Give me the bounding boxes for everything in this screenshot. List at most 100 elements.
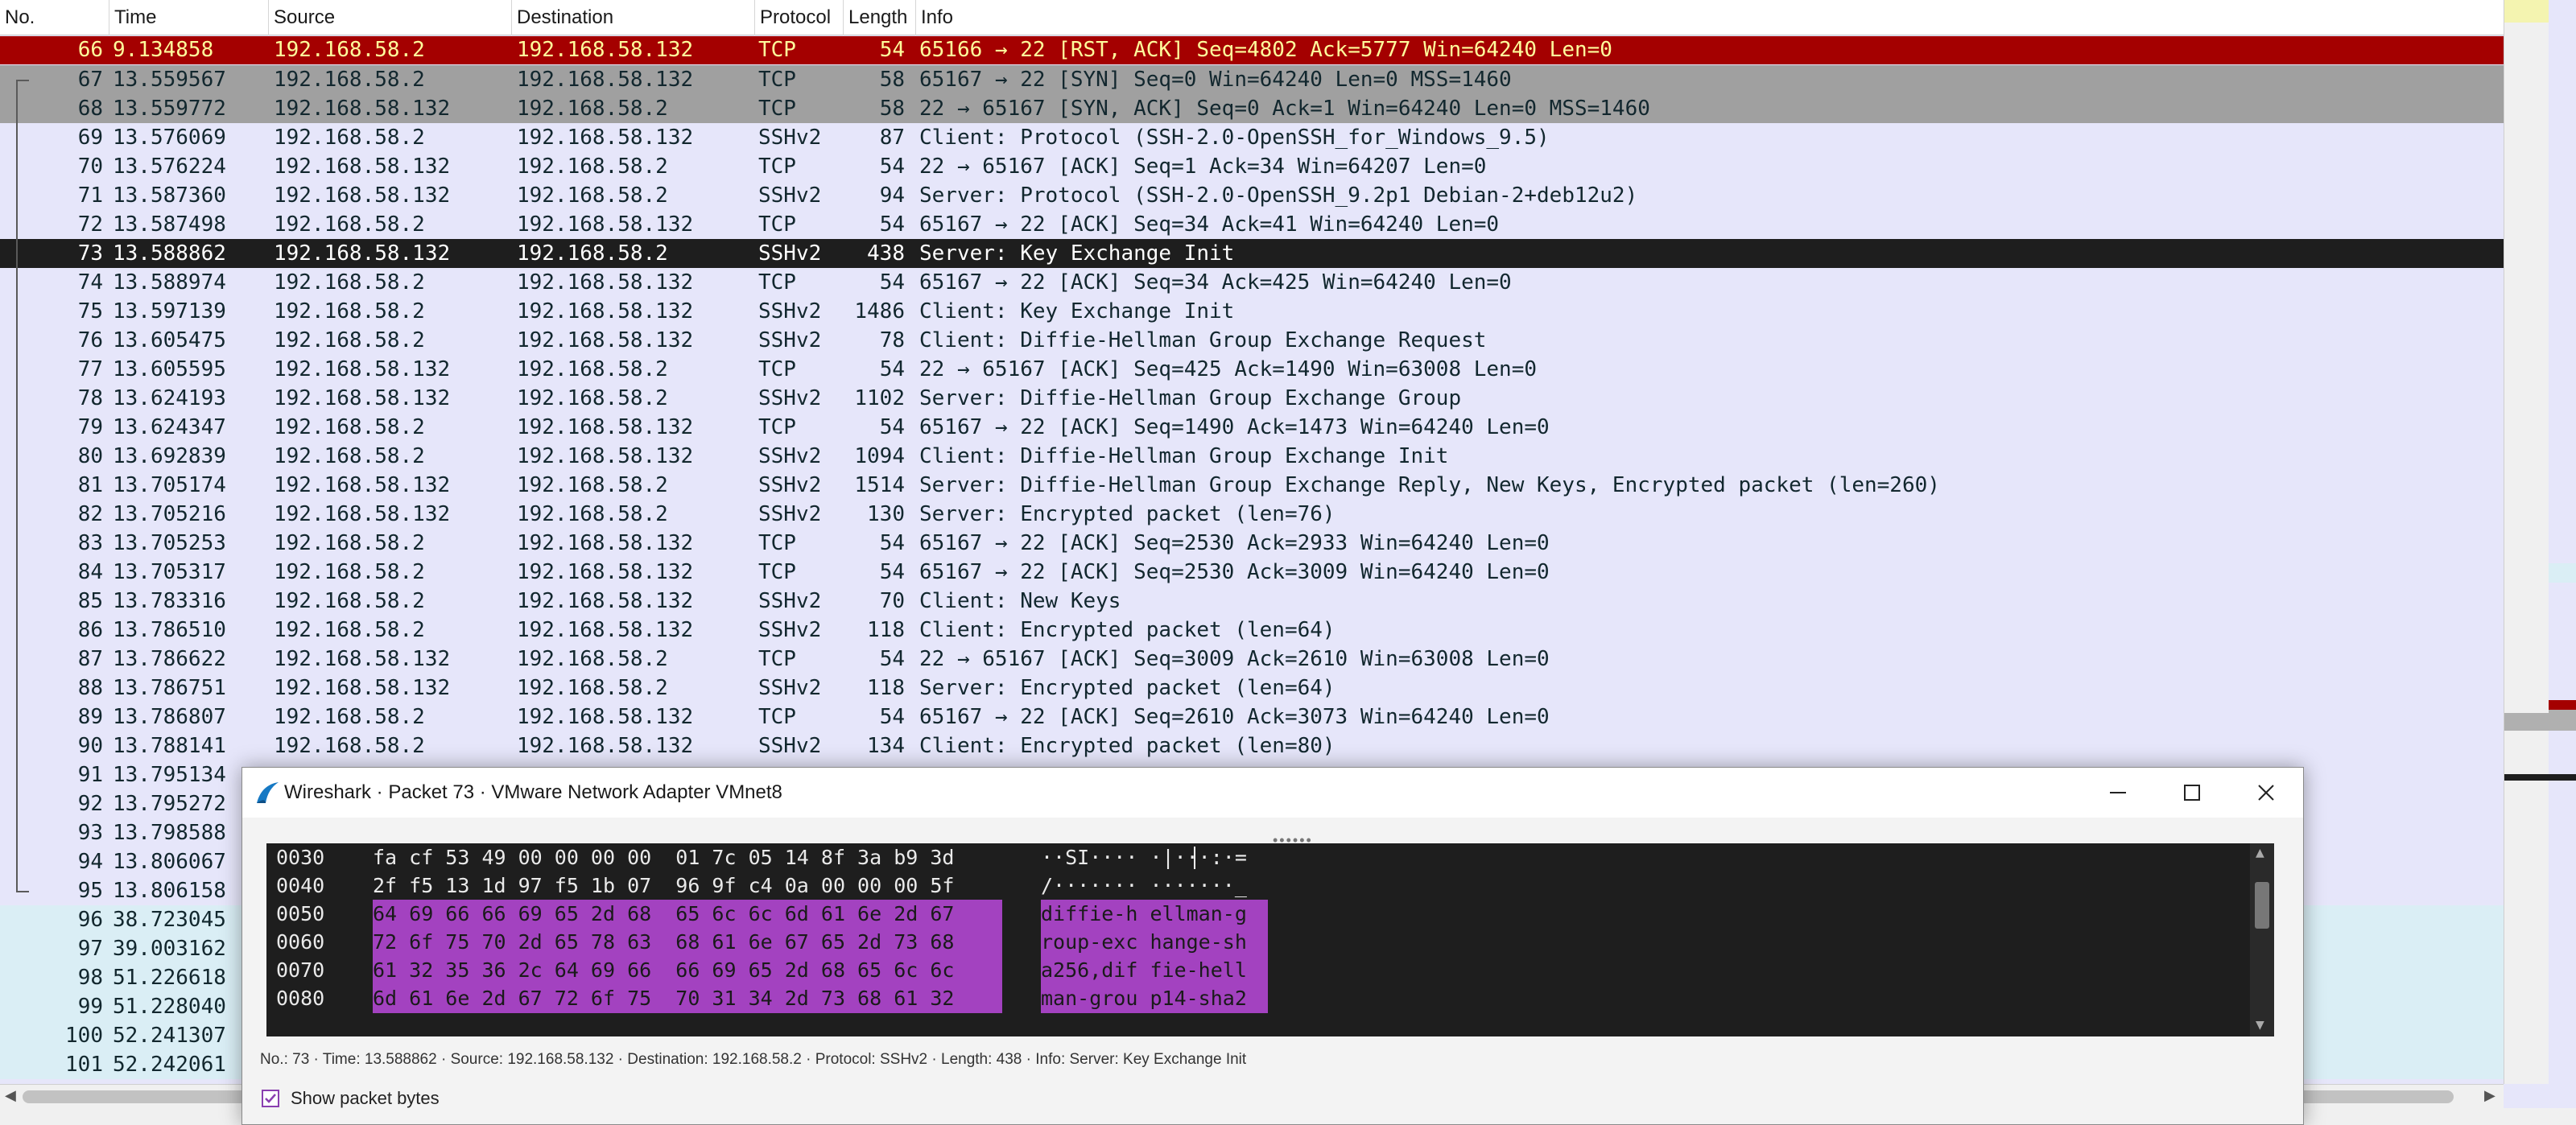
scroll-right-icon[interactable]: ▶ bbox=[2484, 1087, 2496, 1104]
table-row[interactable]: 82 13.705216 192.168.58.132 192.168.58.2 SSH… bbox=[0, 500, 2504, 529]
packet-length: 1514 bbox=[854, 473, 905, 497]
packet-source: 192.168.58.132 bbox=[274, 647, 451, 671]
conversation-bracket-top bbox=[16, 80, 29, 81]
hex-bytes: 6d 61 6e 2d 67 72 6f 75 70 31 34 2d 73 6… bbox=[373, 984, 1002, 1013]
packet-length: 130 bbox=[867, 502, 905, 526]
bytes-vertical-scrollbar[interactable]: ▲ ▼ bbox=[2250, 843, 2274, 1036]
close-button[interactable] bbox=[2229, 768, 2303, 818]
packet-length: 54 bbox=[879, 38, 905, 62]
table-row[interactable]: 75 13.597139 192.168.58.2 192.168.58.132 SSH… bbox=[0, 297, 2504, 326]
packet-time: 13.788141 bbox=[113, 734, 226, 758]
maximize-button[interactable] bbox=[2155, 768, 2229, 818]
packet-destination: 192.168.58.2 bbox=[517, 473, 668, 497]
packet-length: 94 bbox=[879, 183, 905, 208]
packet-list-vertical-scrollbar[interactable] bbox=[2504, 0, 2549, 1084]
column-header-length[interactable]: Length bbox=[844, 0, 916, 35]
table-row[interactable]: 76 13.605475 192.168.58.2 192.168.58.132 SSH… bbox=[0, 326, 2504, 355]
packet-info: Client: Encrypted packet (len=64) bbox=[919, 618, 1335, 642]
packet-time: 13.786751 bbox=[113, 676, 226, 700]
table-row[interactable]: 68 13.559772 192.168.58.132 192.168.58.2 TCP… bbox=[0, 94, 2504, 123]
hex-row[interactable]: 0080 6d 61 6e 2d 67 72 6f 75 70 31 34 2d … bbox=[266, 984, 2231, 1013]
packet-time: 13.588974 bbox=[113, 270, 226, 295]
hex-bytes: 64 69 66 66 69 65 2d 68 65 6c 6c 6d 61 6… bbox=[373, 900, 1002, 929]
packet-protocol: SSHv2 bbox=[758, 618, 822, 642]
packet-protocol: SSHv2 bbox=[758, 444, 822, 468]
maximize-icon bbox=[2184, 785, 2200, 801]
packet-info: 65167 → 22 [ACK] Seq=34 Ack=41 Win=64240… bbox=[919, 212, 1500, 237]
packet-source: 192.168.58.2 bbox=[274, 560, 425, 584]
hex-row[interactable]: 0030 fa cf 53 49 00 00 00 00 01 7c 05 14 … bbox=[266, 843, 2231, 872]
packet-protocol: TCP bbox=[758, 270, 796, 295]
packet-window[interactable]: Wireshark · Packet 73 · VMware Network A… bbox=[242, 767, 2304, 1125]
table-row[interactable]: 89 13.786807 192.168.58.2 192.168.58.132 TCP… bbox=[0, 703, 2504, 731]
scroll-down-icon[interactable]: ▼ bbox=[2256, 1019, 2264, 1032]
column-header-destination[interactable]: Destination bbox=[512, 0, 755, 35]
packet-protocol: SSHv2 bbox=[758, 299, 822, 323]
packet-time: 13.624347 bbox=[113, 415, 226, 439]
hex-ascii: ··SI···· ·|···:·= bbox=[1041, 846, 1247, 869]
hex-ascii: /······· ·······_ bbox=[1041, 874, 1247, 897]
column-header-protocol[interactable]: Protocol bbox=[755, 0, 844, 35]
bytes-scroll-thumb[interactable] bbox=[2255, 882, 2269, 929]
table-row[interactable]: 77 13.605595 192.168.58.132 192.168.58.2 TCP… bbox=[0, 355, 2504, 384]
text-cursor bbox=[1194, 847, 1195, 869]
show-packet-bytes-checkbox[interactable] bbox=[262, 1090, 279, 1107]
hex-row[interactable]: 0040 2f f5 13 1d 97 f5 1b 07 96 9f c4 0a … bbox=[266, 872, 2231, 900]
table-row[interactable]: 88 13.786751 192.168.58.132 192.168.58.2 SSH… bbox=[0, 674, 2504, 703]
table-row[interactable]: 74 13.588974 192.168.58.2 192.168.58.132 TCP… bbox=[0, 268, 2504, 297]
packet-info: 65167 → 22 [ACK] Seq=34 Ack=425 Win=6424… bbox=[919, 270, 1512, 295]
table-row[interactable]: 72 13.587498 192.168.58.2 192.168.58.132 TCP… bbox=[0, 210, 2504, 239]
table-row[interactable]: 71 13.587360 192.168.58.132 192.168.58.2 SSH… bbox=[0, 181, 2504, 210]
hex-offset: 0080 bbox=[276, 987, 325, 1010]
column-header-time[interactable]: Time bbox=[109, 0, 269, 35]
table-row[interactable]: 83 13.705253 192.168.58.2 192.168.58.132 TCP… bbox=[0, 529, 2504, 558]
packet-length: 54 bbox=[879, 531, 905, 555]
table-row[interactable]: 85 13.783316 192.168.58.2 192.168.58.132 SSH… bbox=[0, 587, 2504, 616]
table-row[interactable]: 87 13.786622 192.168.58.132 192.168.58.2 TCP… bbox=[0, 645, 2504, 674]
minimize-button[interactable] bbox=[2081, 768, 2155, 818]
packet-info: Server: Protocol (SSH-2.0-OpenSSH_9.2p1 … bbox=[919, 183, 1638, 208]
table-row[interactable]: 67 13.559567 192.168.58.2 192.168.58.132 TCP… bbox=[0, 65, 2504, 94]
packet-source: 192.168.58.2 bbox=[274, 415, 425, 439]
packet-source: 192.168.58.2 bbox=[274, 126, 425, 150]
table-row[interactable]: 66 9.134858 192.168.58.2 192.168.58.132 TCP 5… bbox=[0, 36, 2504, 64]
column-header-no[interactable]: No. bbox=[0, 0, 109, 35]
table-row[interactable]: 86 13.786510 192.168.58.2 192.168.58.132 SSH… bbox=[0, 616, 2504, 645]
packet-summary-status: No.: 73 · Time: 13.588862 · Source: 192.… bbox=[260, 1051, 1247, 1068]
hex-offset: 0040 bbox=[276, 874, 325, 897]
packet-length: 54 bbox=[879, 415, 905, 439]
packet-time: 13.605595 bbox=[113, 357, 226, 381]
close-icon bbox=[2258, 785, 2274, 801]
hex-row[interactable]: 0060 72 6f 75 70 2d 65 78 63 68 61 6e 67 … bbox=[266, 928, 2231, 957]
hex-row[interactable]: 0070 61 32 35 36 2c 64 69 66 66 69 65 2d … bbox=[266, 956, 2231, 985]
packet-length: 58 bbox=[879, 97, 905, 121]
table-row-selected[interactable]: 73 13.588862 192.168.58.132 192.168.58.2 SSH… bbox=[0, 239, 2504, 268]
scroll-left-icon[interactable]: ◀ bbox=[5, 1087, 16, 1104]
table-row[interactable]: 84 13.705317 192.168.58.2 192.168.58.132 TCP… bbox=[0, 558, 2504, 587]
packet-time: 13.587498 bbox=[113, 212, 226, 237]
packet-time: 13.605475 bbox=[113, 328, 226, 352]
packet-bytes-pane[interactable]: 0030 fa cf 53 49 00 00 00 00 01 7c 05 14 … bbox=[266, 843, 2274, 1036]
table-row[interactable]: 80 13.692839 192.168.58.2 192.168.58.132 SSH… bbox=[0, 442, 2504, 471]
packet-source: 192.168.58.2 bbox=[274, 38, 425, 62]
column-header-source[interactable]: Source bbox=[269, 0, 512, 35]
table-row[interactable]: 79 13.624347 192.168.58.2 192.168.58.132 TCP… bbox=[0, 413, 2504, 442]
table-row[interactable]: 81 13.705174 192.168.58.132 192.168.58.2 SSH… bbox=[0, 471, 2504, 500]
hex-row[interactable]: 0050 64 69 66 66 69 65 2d 68 65 6c 6c 6d … bbox=[266, 900, 2231, 929]
packet-destination: 192.168.58.2 bbox=[517, 183, 668, 208]
packet-length: 54 bbox=[879, 705, 905, 729]
packet-length: 118 bbox=[867, 618, 905, 642]
table-row[interactable]: 90 13.788141 192.168.58.2 192.168.58.132 SSH… bbox=[0, 731, 2504, 760]
table-row[interactable]: 69 13.576069 192.168.58.2 192.168.58.132 SSH… bbox=[0, 123, 2504, 152]
packet-source: 192.168.58.2 bbox=[274, 705, 425, 729]
scroll-up-icon[interactable]: ▲ bbox=[2256, 847, 2264, 859]
column-header-info[interactable]: Info bbox=[916, 0, 2504, 35]
packet-window-titlebar[interactable]: Wireshark · Packet 73 · VMware Network A… bbox=[242, 768, 2303, 818]
packet-source: 192.168.58.2 bbox=[274, 531, 425, 555]
packet-source: 192.168.58.132 bbox=[274, 357, 451, 381]
show-packet-bytes-toggle[interactable]: Show packet bytes bbox=[262, 1086, 440, 1111]
table-row[interactable]: 78 13.624193 192.168.58.132 192.168.58.2 SSH… bbox=[0, 384, 2504, 413]
packet-list-minimap[interactable] bbox=[2549, 0, 2576, 1084]
table-row[interactable]: 70 13.576224 192.168.58.132 192.168.58.2 TCP… bbox=[0, 152, 2504, 181]
packet-time: 13.576224 bbox=[113, 155, 226, 179]
